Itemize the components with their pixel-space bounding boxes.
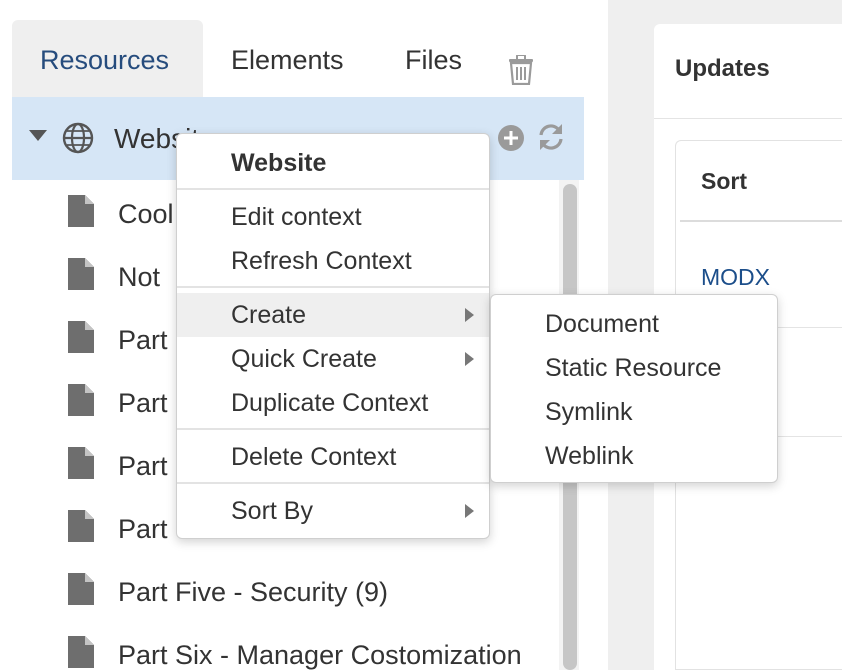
document-icon	[68, 573, 94, 605]
column-header-sort[interactable]: Sort	[701, 168, 747, 195]
caret-down-icon[interactable]	[29, 130, 47, 141]
menu-item-refresh-context[interactable]: Refresh Context	[177, 239, 489, 283]
document-icon	[68, 258, 94, 290]
tree-item-label: Part	[118, 325, 168, 355]
menu-item-label: Refresh Context	[231, 247, 412, 275]
menu-item-label: Quick Create	[231, 345, 377, 373]
tree-item-label: Part	[118, 388, 168, 418]
context-menu: Website Edit context Refresh Context Cre…	[176, 133, 490, 539]
tree-item-label: Part	[118, 514, 168, 544]
context-menu-header: Website	[177, 141, 489, 185]
refresh-icon[interactable]	[536, 122, 566, 152]
menu-item-sort-by[interactable]: Sort By	[177, 489, 489, 533]
manager-window: Resources Elements Files Website Cool No…	[0, 0, 842, 670]
menu-separator	[177, 428, 489, 430]
tab-files[interactable]: Files	[380, 20, 480, 98]
menu-item-label: Delete Context	[231, 443, 397, 471]
tree-item[interactable]: Part Six - Manager Costomization	[0, 621, 584, 670]
menu-item-delete-context[interactable]: Delete Context	[177, 435, 489, 479]
submenu-item-static-resource[interactable]: Static Resource	[491, 346, 777, 390]
tree-item-label: Part	[118, 451, 168, 481]
menu-item-quick-create[interactable]: Quick Create	[177, 337, 489, 381]
menu-item-edit-context[interactable]: Edit context	[177, 195, 489, 239]
submenu-item-document[interactable]: Document	[491, 302, 777, 346]
modx-link[interactable]: MODX	[701, 264, 770, 291]
divider	[654, 118, 842, 119]
menu-separator	[177, 286, 489, 288]
tab-resources[interactable]: Resources	[12, 20, 203, 98]
divider	[680, 220, 842, 222]
menu-separator	[177, 188, 489, 190]
trash-button[interactable]	[508, 36, 568, 86]
updates-widget-title: Updates	[675, 55, 770, 82]
menu-item-duplicate-context[interactable]: Duplicate Context	[177, 381, 489, 425]
menu-item-label: Edit context	[231, 203, 362, 231]
tab-elements[interactable]: Elements	[203, 20, 363, 98]
menu-item-label: Duplicate Context	[231, 389, 429, 417]
plus-circle-icon[interactable]	[497, 124, 525, 152]
document-icon	[68, 510, 94, 542]
document-icon	[68, 447, 94, 479]
submenu-item-label: Document	[545, 310, 659, 338]
submenu-item-label: Symlink	[545, 398, 633, 426]
context-menu-header-label: Website	[231, 149, 327, 177]
submenu-item-label: Static Resource	[545, 354, 722, 382]
globe-icon	[62, 122, 94, 154]
chevron-right-icon	[465, 504, 474, 518]
submenu-item-label: Weblink	[545, 442, 634, 470]
document-icon	[68, 195, 94, 227]
tree-item-label: Part Five - Security (9)	[118, 577, 389, 607]
tree-item-label: Not	[118, 262, 161, 292]
submenu-item-symlink[interactable]: Symlink	[491, 390, 777, 434]
chevron-right-icon	[465, 352, 474, 366]
chevron-right-icon	[465, 308, 474, 322]
submenu-item-weblink[interactable]: Weblink	[491, 434, 777, 478]
menu-item-create[interactable]: Create	[177, 293, 489, 337]
trash-icon	[509, 54, 533, 86]
menu-item-label: Sort By	[231, 497, 313, 525]
tree-item[interactable]: Part Five - Security (9)	[0, 558, 584, 621]
menu-item-label: Create	[231, 301, 307, 329]
document-icon	[68, 321, 94, 353]
tree-item-label: Cool	[118, 199, 174, 229]
document-icon	[68, 636, 94, 668]
menu-separator	[177, 482, 489, 484]
create-submenu: Document Static Resource Symlink Weblink	[490, 294, 778, 483]
document-icon	[68, 384, 94, 416]
tree-item-label: Part Six - Manager Costomization	[118, 640, 522, 670]
